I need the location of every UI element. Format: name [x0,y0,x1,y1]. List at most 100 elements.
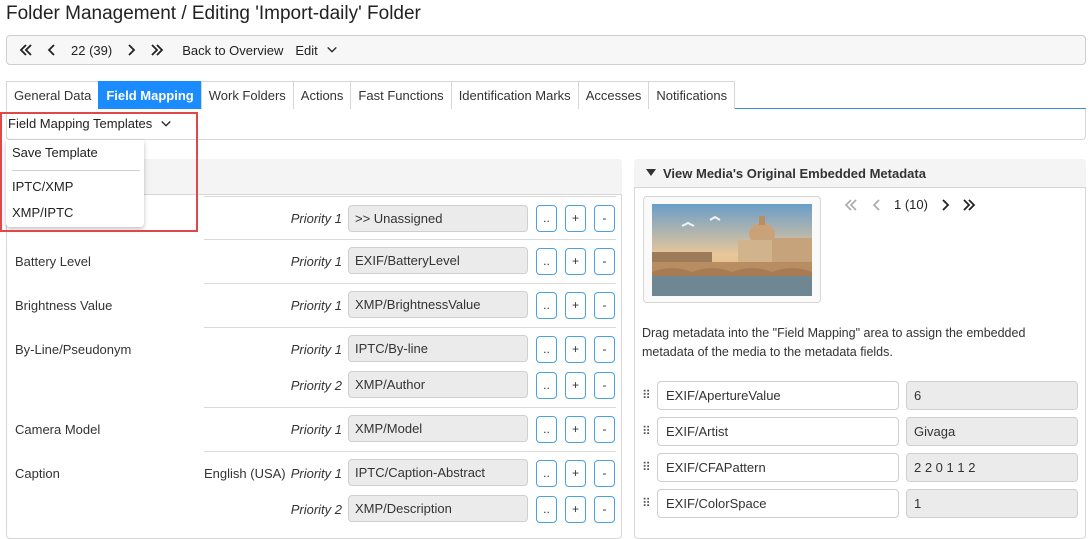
mapping-value[interactable]: XMP/Model [348,415,528,442]
add-priority-button[interactable]: + [565,416,586,443]
chevron-right-icon [128,44,136,56]
tab-identification-marks[interactable]: Identification Marks [450,81,579,109]
add-priority-button[interactable]: + [565,248,586,275]
priority-label: Priority 1 [290,298,342,313]
remove-priority-button[interactable]: - [594,205,615,232]
browse-button[interactable]: .. [536,336,557,363]
metadata-key[interactable]: EXIF/CFAPattern [657,453,899,482]
remove-priority-button[interactable]: - [594,248,615,275]
remove-priority-button[interactable]: - [594,460,615,487]
drag-handle-icon[interactable]: ⠿ [642,460,651,474]
tab-field-mapping[interactable]: Field Mapping [98,81,202,109]
remove-priority-button[interactable]: - [594,292,615,319]
add-priority-button[interactable]: + [565,460,586,487]
priority-label: Priority 2 [290,378,342,393]
drag-handle-icon[interactable]: ⠿ [642,424,651,438]
toolbar: 22 (39) Back to Overview Edit [6,35,1086,65]
add-priority-button[interactable]: + [565,292,586,319]
field-label-brightness-value: Brightness Value [15,298,113,313]
menu-item-xmp-iptc[interactable]: XMP/IPTC [12,205,73,220]
next-record-button[interactable] [124,43,138,57]
metadata-pager: 1 (10) [844,197,976,212]
row-divider [204,451,616,452]
edit-menu-label: Edit [295,42,318,58]
rome-photo-image [652,204,812,296]
mapping-value[interactable]: IPTC/By-line [348,335,528,362]
browse-button[interactable]: .. [536,372,557,399]
priority-label: Priority 1 [290,211,342,226]
double-chevron-right-icon [151,44,164,56]
drag-handle-icon[interactable]: ⠿ [642,496,651,510]
first-page-button[interactable] [844,198,858,212]
mapping-value[interactable]: XMP/Author [348,371,528,398]
remove-priority-button[interactable]: - [594,496,615,523]
field-label-battery-level: Battery Level [15,254,91,269]
back-to-overview-button[interactable]: Back to Overview [182,43,283,58]
metadata-value: 6 [906,381,1078,410]
field-mapping-templates-button[interactable]: Field Mapping Templates [8,116,172,131]
metadata-key[interactable]: EXIF/ColorSpace [657,489,899,518]
menu-item-save-template[interactable]: Save Template [12,145,98,160]
metadata-key[interactable]: EXIF/ApertureValue [657,381,899,410]
last-record-button[interactable] [150,43,164,57]
caret-down-icon[interactable] [646,169,656,176]
row-divider [204,283,616,284]
priority-label: Priority 1 [290,466,342,481]
metadata-value: 2 2 0 1 1 2 [906,453,1078,482]
browse-button[interactable]: .. [536,248,557,275]
add-priority-button[interactable]: + [565,496,586,523]
browse-button[interactable]: .. [536,292,557,319]
drag-hint-text: Drag metadata into the "Field Mapping" a… [642,326,1026,359]
field-label-by-line-pseudonym: By-Line/Pseudonym [15,342,132,357]
chevron-down-icon [326,46,337,53]
last-page-button[interactable] [962,198,976,212]
row-divider [204,327,616,328]
tab-fast-functions[interactable]: Fast Functions [350,81,452,109]
media-thumbnail [643,196,821,303]
tab-general-data[interactable]: General Data [6,81,100,109]
tab-work-folders[interactable]: Work Folders [200,81,294,109]
browse-button[interactable]: .. [536,496,557,523]
tab-notifications[interactable]: Notifications [648,81,736,109]
menu-item-iptc-xmp[interactable]: IPTC/XMP [12,179,73,194]
browse-button[interactable]: .. [536,460,557,487]
remove-priority-button[interactable]: - [594,336,615,363]
metadata-value: 1 [906,489,1078,518]
chevron-left-icon [872,198,880,211]
next-page-button[interactable] [938,198,952,212]
embedded-metadata-title: View Media's Original Embedded Metadata [663,166,926,181]
drag-handle-icon[interactable]: ⠿ [642,388,651,402]
previous-page-button[interactable] [870,198,884,212]
record-position: 22 (39) [71,42,113,58]
add-priority-button[interactable]: + [565,336,586,363]
mapping-value[interactable]: IPTC/Caption-Abstract [348,459,528,486]
priority-label: Priority 2 [290,502,342,517]
tab-accesses[interactable]: Accesses [577,81,650,109]
mapping-value[interactable]: >> Unassigned [348,205,528,232]
remove-priority-button[interactable]: - [594,372,615,399]
mapping-value[interactable]: EXIF/BatteryLevel [348,247,528,274]
tab-actions[interactable]: Actions [292,81,352,109]
add-priority-button[interactable]: + [565,372,586,399]
chevron-right-icon [942,198,950,211]
first-record-button[interactable] [19,43,33,57]
menu-divider [12,170,140,171]
field-label-camera-model: Camera Model [15,422,101,437]
metadata-value: Givaga [906,417,1078,446]
metadata-key[interactable]: EXIF/Artist [657,417,899,446]
page-title: Folder Management / Editing 'Import-dail… [6,3,421,24]
add-priority-button[interactable]: + [565,205,586,232]
row-divider [204,239,616,240]
metadata-page-position: 1 (10) [894,197,928,212]
double-chevron-left-icon [844,198,857,211]
row-divider [204,407,616,408]
mapping-value[interactable]: XMP/BrightnessValue [348,291,528,318]
remove-priority-button[interactable]: - [594,416,615,443]
edit-menu-button[interactable]: Edit [295,43,337,58]
mapping-value[interactable]: XMP/Description [348,495,528,522]
browse-button[interactable]: .. [536,416,557,443]
chevron-left-icon [47,44,55,56]
previous-record-button[interactable] [45,43,59,57]
browse-button[interactable]: .. [536,205,557,232]
field-mapping-templates-label: Field Mapping Templates [8,116,153,131]
